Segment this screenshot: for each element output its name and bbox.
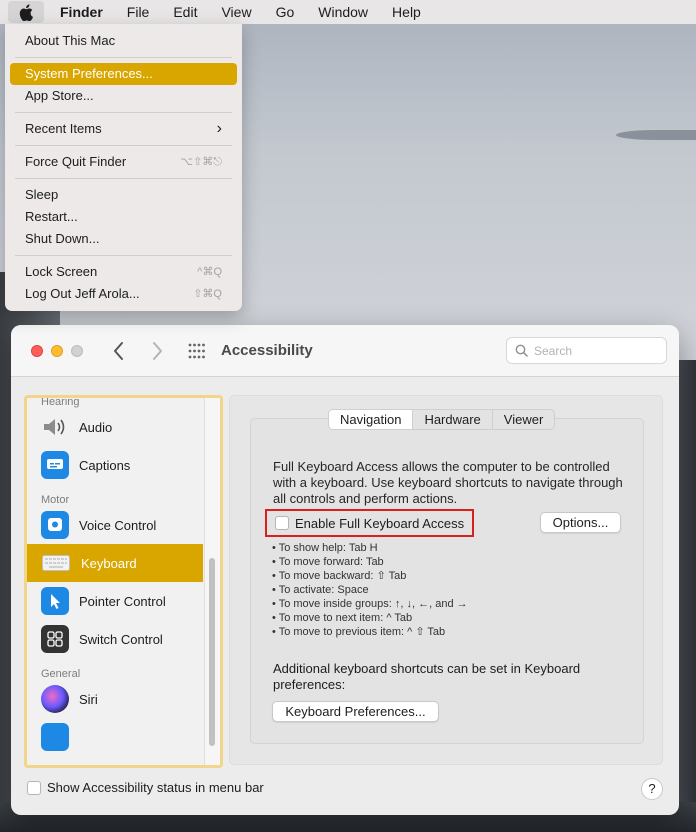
sidebar-item-partial[interactable] xyxy=(27,718,220,756)
tab-bar: Navigation Hardware Viewer xyxy=(328,409,556,430)
status-menu-row[interactable]: Show Accessibility status in menu bar xyxy=(27,780,264,795)
menu-item-system-preferences[interactable]: System Preferences... xyxy=(10,63,237,85)
tab-navigation[interactable]: Navigation xyxy=(329,410,414,429)
menu-bar: Finder File Edit View Go Window Help xyxy=(0,0,696,24)
search-icon xyxy=(515,344,528,357)
sidebar-item-pointer-control[interactable]: Pointer Control xyxy=(27,582,220,620)
menu-item-app-store[interactable]: App Store... xyxy=(10,85,237,107)
wallpaper-island xyxy=(616,130,696,140)
zoom-button[interactable] xyxy=(71,345,83,357)
menu-item-recent-items[interactable]: Recent Items › xyxy=(10,118,237,140)
sidebar-item-voice-control[interactable]: Voice Control xyxy=(27,506,220,544)
fka-description: Full Keyboard Access allows the computer… xyxy=(273,459,623,506)
minimize-button[interactable] xyxy=(51,345,63,357)
enable-fka-checkbox-row[interactable]: Enable Full Keyboard Access xyxy=(265,509,474,537)
close-button[interactable] xyxy=(31,345,43,357)
menu-item-sleep[interactable]: Sleep xyxy=(10,184,237,206)
menu-view[interactable]: View xyxy=(209,4,263,20)
tab-viewer[interactable]: Viewer xyxy=(493,410,555,429)
enable-fka-label: Enable Full Keyboard Access xyxy=(295,515,465,531)
tip-item: To move backward: ⇧ Tab xyxy=(272,569,468,583)
window-titlebar: Accessibility xyxy=(11,325,679,377)
shortcut-tips: To show help: Tab H To move forward: Tab… xyxy=(272,541,468,639)
grid-icon[interactable] xyxy=(188,343,206,359)
options-button[interactable]: Options... xyxy=(540,512,621,533)
status-menu-checkbox[interactable] xyxy=(27,780,41,795)
tip-item: To show help: Tab H xyxy=(272,541,468,555)
tab-hardware[interactable]: Hardware xyxy=(413,410,493,429)
speaker-icon xyxy=(41,413,69,441)
accessibility-sidebar: Hearing Audio Captions Motor Voice Contr… xyxy=(24,395,223,768)
search-input[interactable] xyxy=(534,343,654,358)
tip-item: To activate: Space xyxy=(272,583,468,597)
menu-window[interactable]: Window xyxy=(306,4,380,20)
keyboard-preferences-button[interactable]: Keyboard Preferences... xyxy=(272,701,439,722)
menu-help[interactable]: Help xyxy=(380,4,433,20)
menu-file[interactable]: File xyxy=(115,4,162,20)
window-title: Accessibility xyxy=(221,342,313,359)
help-button[interactable]: ? xyxy=(641,778,663,800)
menu-separator xyxy=(15,255,232,256)
tip-item: To move forward: Tab xyxy=(272,555,468,569)
menu-shortcut: ^⌘Q xyxy=(197,266,222,278)
enable-fka-checkbox[interactable] xyxy=(275,516,289,530)
voice-control-icon xyxy=(41,511,69,539)
captions-icon xyxy=(41,451,69,479)
tip-item: To move inside groups: ↑, ↓, ←, and → xyxy=(272,597,468,611)
sidebar-item-siri[interactable]: Siri xyxy=(27,680,220,718)
menu-separator xyxy=(15,178,232,179)
sidebar-scrollbar[interactable] xyxy=(209,558,215,746)
menu-go[interactable]: Go xyxy=(264,4,307,20)
menu-item-about-this-mac[interactable]: About This Mac xyxy=(10,30,237,52)
menu-item-log-out[interactable]: Log Out Jeff Arola... ⇧⌘Q xyxy=(10,283,237,305)
accessibility-window: Accessibility Hearing Audi xyxy=(11,325,679,815)
tip-item: To move to next item: ^ Tab xyxy=(272,611,468,625)
sidebar-item-keyboard[interactable]: Keyboard xyxy=(27,544,203,582)
sidebar-item-switch-control[interactable]: Switch Control xyxy=(27,620,220,658)
sidebar-section-motor: Motor xyxy=(41,494,70,506)
menu-item-lock-screen[interactable]: Lock Screen ^⌘Q xyxy=(10,261,237,283)
switch-control-icon xyxy=(41,625,69,653)
forward-chevron-icon[interactable] xyxy=(149,340,165,362)
apple-icon xyxy=(19,3,33,21)
app-icon xyxy=(41,723,69,751)
additional-shortcuts-text: Additional keyboard shortcuts can be set… xyxy=(273,661,581,692)
menu-item-shut-down[interactable]: Shut Down... xyxy=(10,228,237,250)
tip-item: To move to previous item: ^ ⇧ Tab xyxy=(272,625,468,639)
menu-separator xyxy=(15,145,232,146)
apple-menu-dropdown: About This Mac System Preferences... App… xyxy=(5,24,242,311)
sidebar-item-captions[interactable]: Captions xyxy=(27,446,220,484)
menu-item-restart[interactable]: Restart... xyxy=(10,206,237,228)
back-chevron-icon[interactable] xyxy=(111,340,127,362)
menu-shortcut: ⌥⇧⌘⎋ xyxy=(180,156,222,168)
menu-item-force-quit[interactable]: Force Quit Finder ⌥⇧⌘⎋ xyxy=(10,151,237,173)
search-field[interactable] xyxy=(506,337,667,364)
menu-shortcut: ⇧⌘Q xyxy=(193,288,222,300)
pointer-icon xyxy=(41,587,69,615)
sidebar-section-hearing: Hearing xyxy=(41,396,80,408)
menu-separator xyxy=(15,112,232,113)
sidebar-section-general: General xyxy=(41,668,81,680)
keyboard-icon xyxy=(41,549,71,577)
chevron-right-icon: › xyxy=(216,120,222,137)
apple-menu-button[interactable] xyxy=(8,1,44,23)
menu-separator xyxy=(15,57,232,58)
keyboard-settings-panel: Navigation Hardware Viewer Full Keyboard… xyxy=(229,395,663,765)
status-menu-label: Show Accessibility status in menu bar xyxy=(47,780,264,795)
sidebar-item-audio[interactable]: Audio xyxy=(27,408,220,446)
menu-edit[interactable]: Edit xyxy=(161,4,209,20)
menu-finder[interactable]: Finder xyxy=(48,4,115,20)
siri-icon xyxy=(41,685,69,713)
